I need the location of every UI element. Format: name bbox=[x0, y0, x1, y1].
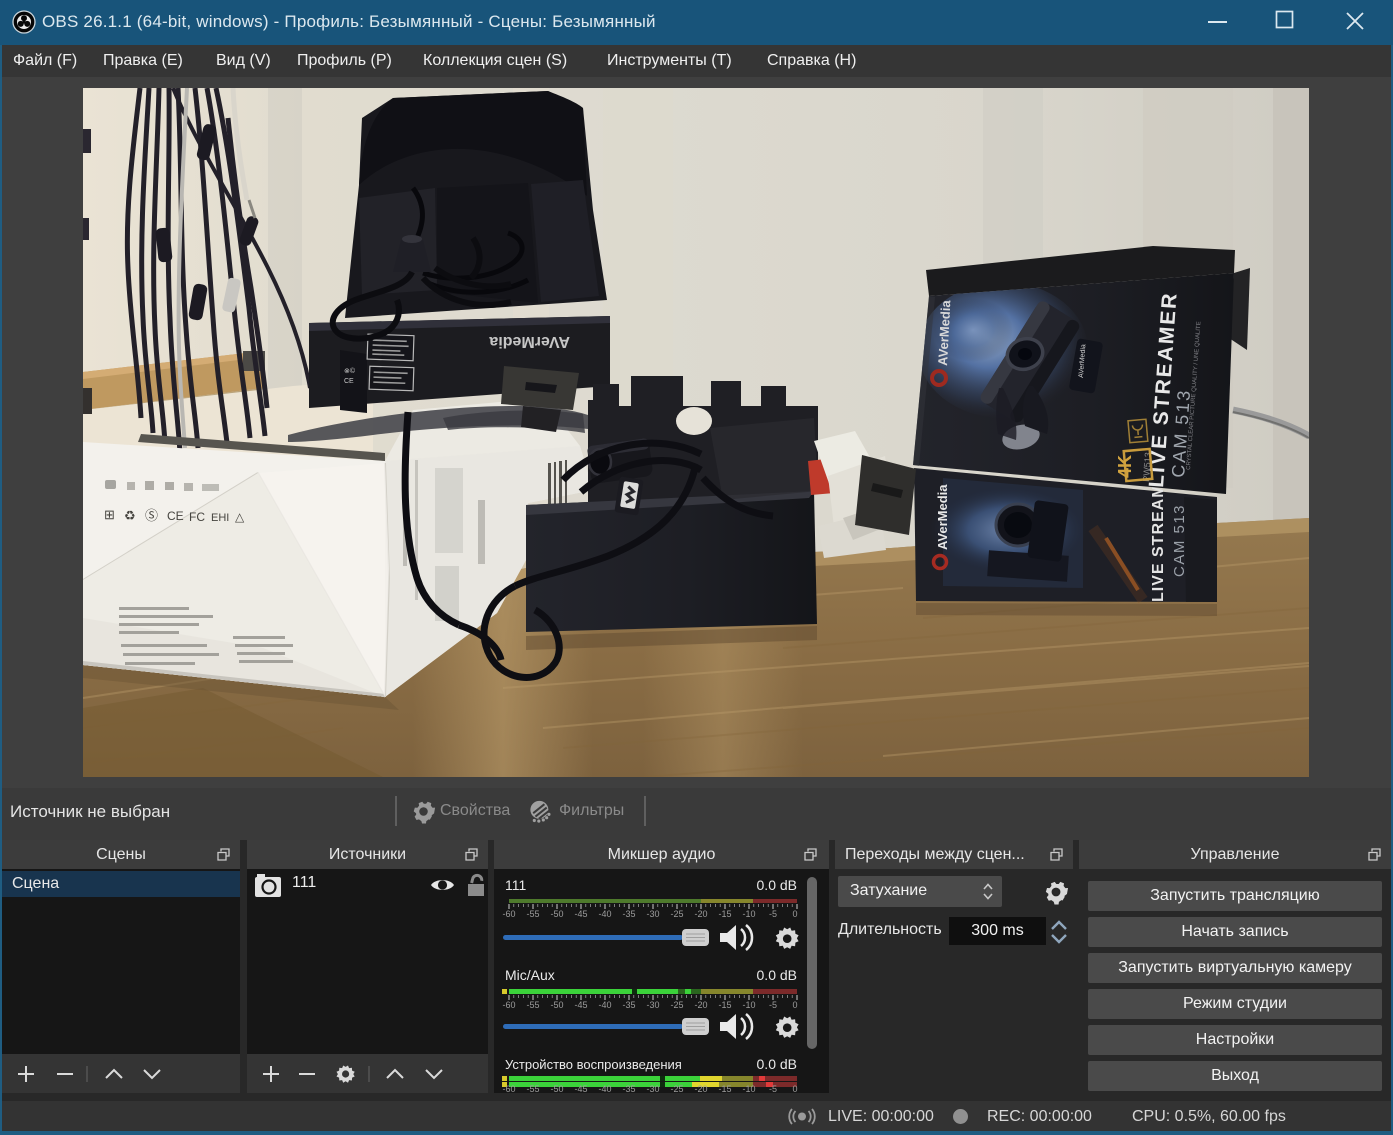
svg-text:-45: -45 bbox=[574, 1084, 587, 1093]
svg-text:0: 0 bbox=[792, 1084, 797, 1093]
svg-text:-55: -55 bbox=[526, 1084, 539, 1093]
svg-text:-50: -50 bbox=[550, 1084, 563, 1093]
svg-text:⊗©: ⊗© bbox=[344, 367, 356, 375]
svg-text:0.0 dB: 0.0 dB bbox=[757, 1056, 797, 1072]
svg-text:4K: 4K bbox=[1115, 455, 1135, 478]
svg-text:-25: -25 bbox=[670, 1084, 683, 1093]
svg-text:CE: CE bbox=[167, 509, 184, 523]
svg-text:-20: -20 bbox=[694, 909, 707, 919]
svg-text:♻: ♻ bbox=[124, 508, 136, 523]
svg-text:-35: -35 bbox=[622, 1084, 635, 1093]
svg-text:-10: -10 bbox=[742, 1084, 755, 1093]
svg-text:-45: -45 bbox=[574, 909, 587, 919]
svg-text:-20: -20 bbox=[694, 1084, 707, 1093]
svg-text:CE: CE bbox=[344, 378, 354, 385]
svg-text:-10: -10 bbox=[742, 909, 755, 919]
svg-text:-35: -35 bbox=[622, 909, 635, 919]
svg-text:0: 0 bbox=[792, 909, 797, 919]
svg-text:-60: -60 bbox=[502, 909, 515, 919]
svg-text:-15: -15 bbox=[718, 909, 731, 919]
svg-text:-40: -40 bbox=[598, 909, 611, 919]
svg-text:0.0 dB: 0.0 dB bbox=[757, 877, 797, 893]
svg-text:111: 111 bbox=[505, 877, 526, 893]
svg-text:-25: -25 bbox=[670, 909, 683, 919]
svg-text:-5: -5 bbox=[769, 1084, 777, 1093]
svg-text:AVerMedia: AVerMedia bbox=[935, 484, 950, 550]
svg-text:EHI: EHI bbox=[211, 512, 229, 524]
svg-text:-60: -60 bbox=[502, 1084, 515, 1093]
svg-text:Устройство воспроизведения: Устройство воспроизведения bbox=[505, 1057, 682, 1072]
svg-text:⊞: ⊞ bbox=[104, 507, 115, 522]
svg-text:FC: FC bbox=[189, 510, 205, 524]
svg-text:-30: -30 bbox=[646, 1084, 659, 1093]
svg-text:Ⓢ: Ⓢ bbox=[145, 508, 158, 523]
svg-text:AVerMedia: AVerMedia bbox=[489, 333, 570, 350]
svg-text:-50: -50 bbox=[550, 909, 563, 919]
svg-text:-15: -15 bbox=[718, 1084, 731, 1093]
svg-text:△: △ bbox=[235, 510, 245, 524]
svg-text:0.0 dB: 0.0 dB bbox=[757, 967, 797, 983]
svg-text:-55: -55 bbox=[526, 909, 539, 919]
svg-text:-30: -30 bbox=[646, 909, 659, 919]
svg-text:-40: -40 bbox=[598, 1084, 611, 1093]
svg-text:-5: -5 bbox=[769, 909, 777, 919]
svg-text:Mic/Aux: Mic/Aux bbox=[505, 967, 555, 983]
